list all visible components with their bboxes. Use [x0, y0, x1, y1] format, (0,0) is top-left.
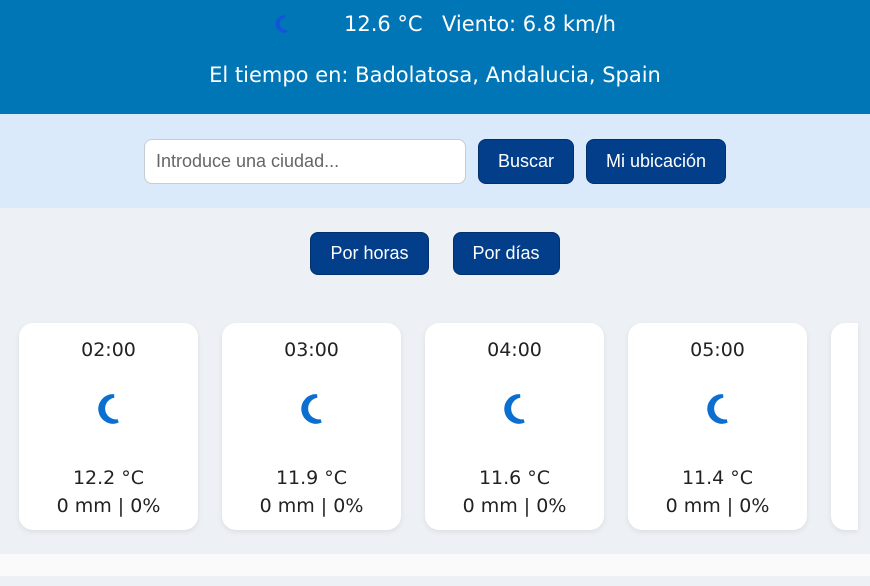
moon-icon [702, 393, 732, 429]
current-temperature: 12.6 °C [344, 12, 423, 36]
moon-icon [499, 393, 529, 429]
hourly-forecast-list[interactable]: 02:00 12.2 °C 0 mm | 0% 03:00 11.9 °C 0 … [19, 323, 870, 530]
forecast-temperature: 12.2 °C [72, 467, 145, 489]
forecast-precipitation: 0 mm | 0% [259, 495, 364, 517]
current-wind: Viento: 6.8 km/h [442, 12, 616, 36]
forecast-precipitation: 0 mm | 0% [462, 495, 567, 517]
moon-icon [93, 393, 123, 429]
header: 12.6 °C Viento: 6.8 km/h El tiempo en: B… [0, 0, 870, 114]
forecast-precipitation: 0 mm | 0% [56, 495, 161, 517]
view-mode-toggle: Por horas Por días [0, 232, 870, 275]
hourly-button[interactable]: Por horas [310, 232, 429, 275]
forecast-temperature: 11.6 °C [478, 467, 551, 489]
forecast-temperature: 11.9 °C [275, 467, 348, 489]
forecast-time: 05:00 [690, 339, 745, 361]
search-bar: Buscar Mi ubicación [0, 114, 870, 208]
current-weather: 12.6 °C Viento: 6.8 km/h [0, 12, 870, 40]
forecast-time: 03:00 [284, 339, 339, 361]
footer-strip [0, 554, 870, 576]
daily-button[interactable]: Por días [452, 232, 560, 275]
forecast-card: 05:00 11.4 °C 0 mm | 0% [628, 323, 807, 530]
forecast-precipitation: 0 mm | 0% [665, 495, 770, 517]
forecast-card-partial [831, 323, 858, 530]
forecast-time: 02:00 [81, 339, 136, 361]
search-button[interactable]: Buscar [477, 138, 574, 184]
forecast-time: 04:00 [487, 339, 542, 361]
moon-icon [272, 14, 292, 39]
city-search-input[interactable] [143, 138, 466, 184]
location-title: El tiempo en: Badolatosa, Andalucia, Spa… [209, 63, 661, 87]
forecast-temperature: 11.4 °C [681, 467, 754, 489]
moon-icon [296, 393, 326, 429]
my-location-button[interactable]: Mi ubicación [585, 138, 727, 184]
forecast-card: 04:00 11.6 °C 0 mm | 0% [425, 323, 604, 530]
forecast-card: 02:00 12.2 °C 0 mm | 0% [19, 323, 198, 530]
forecast-card: 03:00 11.9 °C 0 mm | 0% [222, 323, 401, 530]
